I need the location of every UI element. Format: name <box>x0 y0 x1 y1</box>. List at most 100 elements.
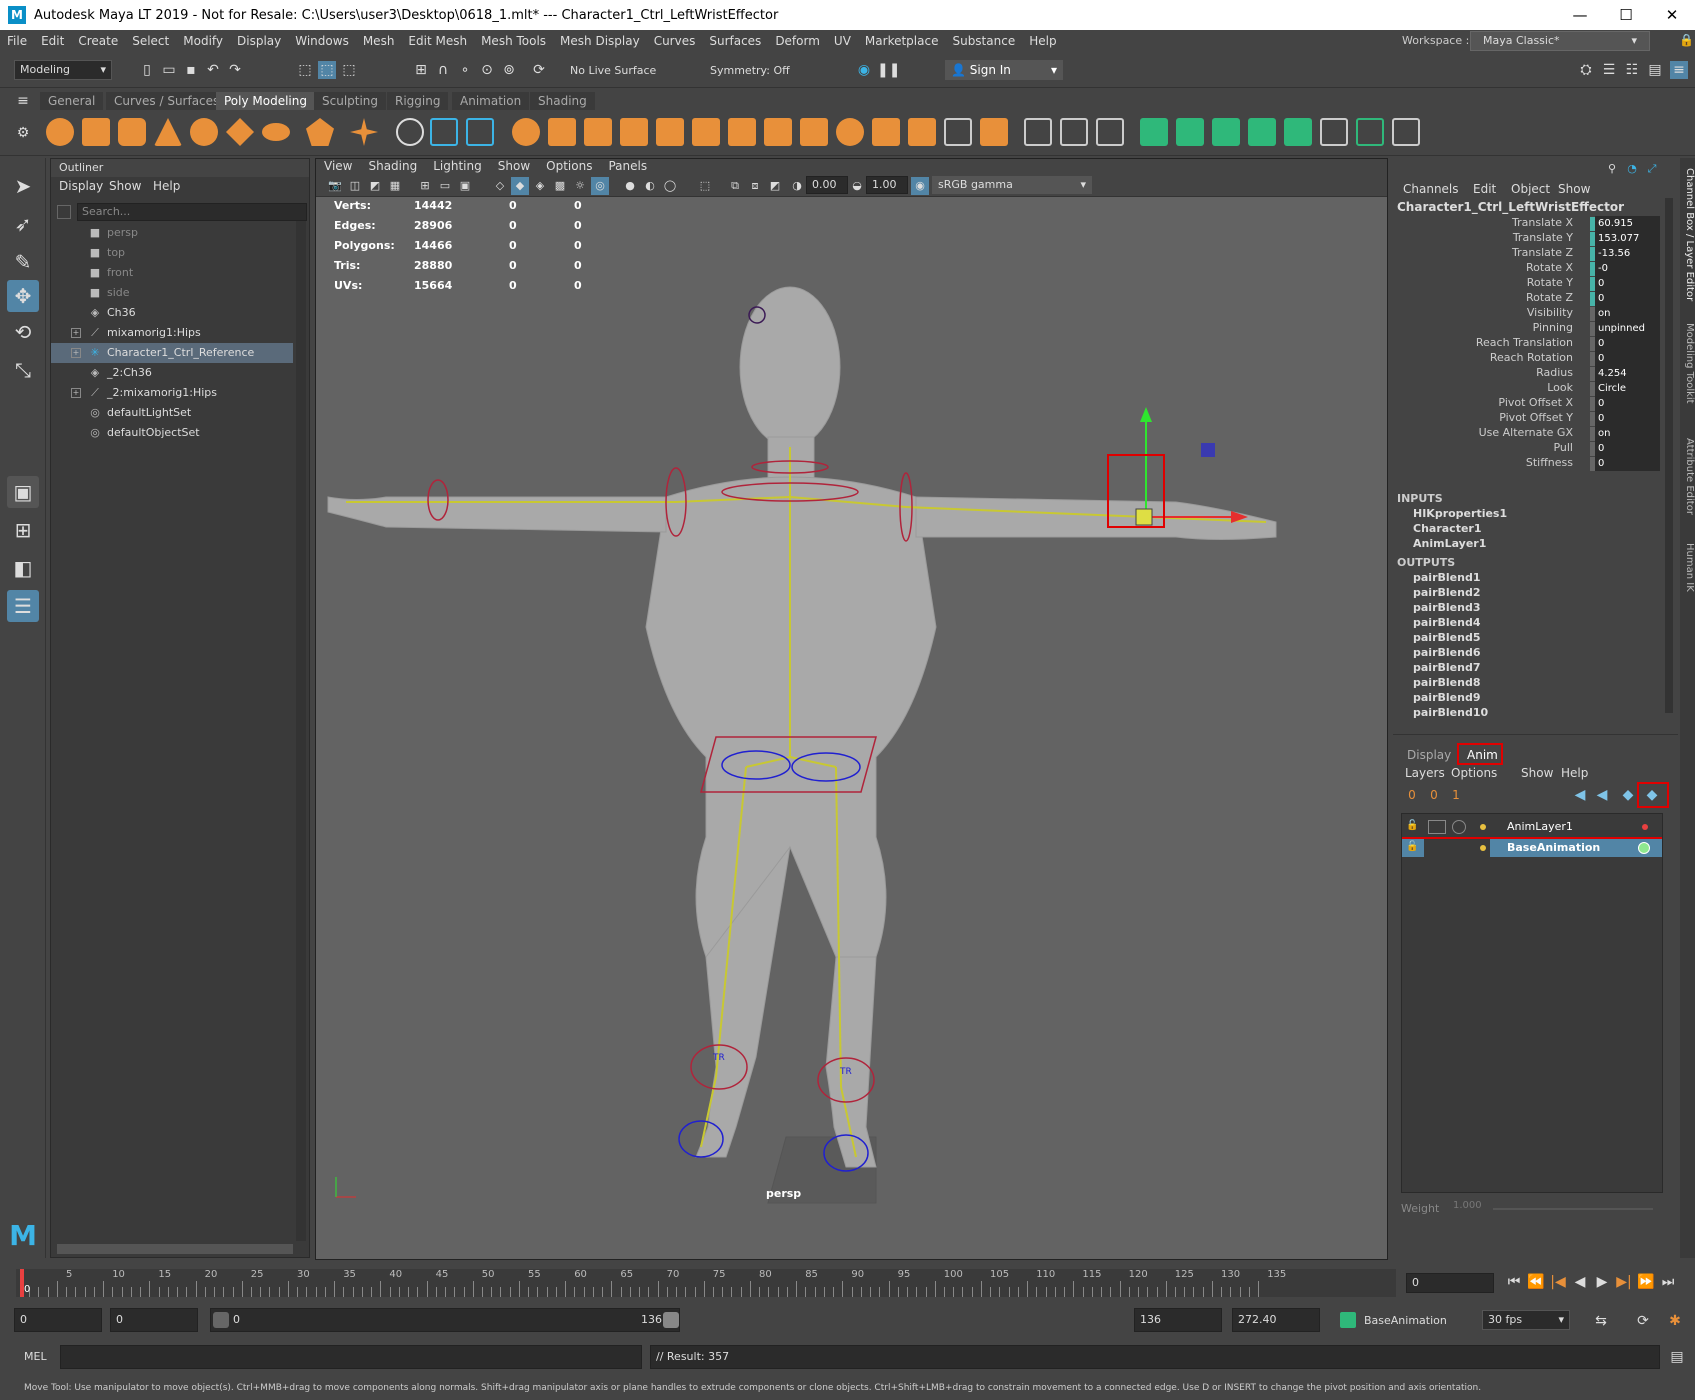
range-handle-end[interactable] <box>663 1312 679 1328</box>
target-weld-icon[interactable] <box>764 118 792 146</box>
xray-icon[interactable]: ⬚ <box>696 177 714 195</box>
menu-edit-mesh[interactable]: Edit Mesh <box>401 34 474 48</box>
select-component-icon[interactable]: ⬚ <box>340 61 358 79</box>
redo-icon[interactable]: ↷ <box>226 61 244 79</box>
uv-planar-icon[interactable] <box>1140 118 1168 146</box>
channel-value[interactable]: 0 <box>1595 411 1660 426</box>
shelf-menu-icon[interactable]: ≡ <box>14 92 32 110</box>
bridge-icon[interactable] <box>584 118 612 146</box>
base-ghost-icon[interactable] <box>1480 845 1486 851</box>
channelbox-scrollbar[interactable] <box>1665 198 1673 713</box>
camera-select-icon[interactable]: 📷 <box>326 177 344 195</box>
channel-value[interactable]: 0 <box>1595 396 1660 411</box>
menu-substance[interactable]: Substance <box>945 34 1022 48</box>
rotate-tool-icon[interactable]: ⟲ <box>7 316 39 348</box>
merge-icon[interactable] <box>872 118 900 146</box>
layer-lock-icon[interactable]: 🔓 <box>1406 820 1420 834</box>
shelf-tab-rigging[interactable]: Rigging <box>387 92 449 110</box>
auto-key-icon[interactable]: ⟳ <box>1634 1312 1652 1330</box>
scale-tool-icon[interactable]: ⤡ <box>7 354 39 386</box>
poly-disc-icon[interactable] <box>262 123 290 141</box>
separate-icon[interactable] <box>430 118 458 146</box>
channel-row[interactable]: Rotate Y 0 <box>1393 276 1673 292</box>
uv-cylindrical-icon[interactable] <box>1176 118 1204 146</box>
output-node[interactable]: pairBlend7 <box>1413 661 1480 674</box>
menu-file[interactable]: File <box>0 34 34 48</box>
script-editor-icon[interactable]: ▤ <box>1668 1348 1686 1366</box>
maximize-button[interactable]: ☐ <box>1603 0 1649 30</box>
move-layer-up-icon[interactable]: ◀ <box>1571 786 1589 804</box>
channel-name[interactable]: Rotate X <box>1526 261 1573 274</box>
menu-uv[interactable]: UV <box>827 34 858 48</box>
select-hierarchy-icon[interactable]: ⬚ <box>296 61 314 79</box>
weight-slider[interactable] <box>1493 1208 1653 1210</box>
channel-value[interactable]: 60.915 <box>1595 216 1660 231</box>
expand-icon[interactable]: + <box>71 328 81 338</box>
channel-value[interactable]: -0 <box>1595 261 1660 276</box>
wire-on-shaded-icon[interactable]: ◈ <box>531 177 549 195</box>
channel-name[interactable]: Pinning <box>1533 321 1573 334</box>
channel-name[interactable]: Translate Y <box>1513 231 1573 244</box>
snap-view-icon[interactable]: ⊙ <box>478 61 496 79</box>
layer-solo-icon[interactable] <box>1428 820 1446 834</box>
start-time-field[interactable]: 0 <box>14 1308 102 1332</box>
attribute-editor-icon[interactable]: ☰ <box>1600 61 1618 79</box>
script-language-toggle[interactable]: MEL <box>24 1350 47 1363</box>
shelf-tab-poly-modeling[interactable]: Poly Modeling <box>216 92 315 110</box>
anim-layer-row[interactable]: 🔓 AnimLayer1 <box>1402 818 1662 836</box>
pause-icon[interactable]: ❚❚ <box>877 61 900 79</box>
four-pane-icon[interactable]: ⊞ <box>7 514 39 546</box>
gamma-field[interactable]: 1.00 <box>866 176 908 194</box>
unfold-uv-icon[interactable] <box>1096 118 1124 146</box>
menu-help[interactable]: Help <box>1022 34 1063 48</box>
channel-row[interactable]: Pivot Offset X 0 <box>1393 396 1673 412</box>
channel-row[interactable]: Pivot Offset Y 0 <box>1393 411 1673 427</box>
channel-value[interactable]: -13.56 <box>1595 246 1660 261</box>
side-tab-human-ik[interactable]: Human IK <box>1680 543 1695 592</box>
outliner-item[interactable]: ◎ defaultLightSet <box>51 403 293 423</box>
snap-surface-icon[interactable]: ⊚ <box>500 61 518 79</box>
shelf-tab-shading[interactable]: Shading <box>530 92 595 110</box>
channel-row[interactable]: Radius 4.254 <box>1393 366 1673 382</box>
key-weight-icon[interactable]: 1 <box>1447 786 1465 804</box>
select-tool-icon[interactable]: ➤ <box>7 170 39 202</box>
menu-create[interactable]: Create <box>71 34 125 48</box>
wireframe-icon[interactable]: ◇ <box>491 177 509 195</box>
single-pane-icon[interactable]: ▣ <box>7 476 39 508</box>
menu-windows[interactable]: Windows <box>288 34 356 48</box>
lights-icon[interactable]: ☼ <box>571 177 589 195</box>
layer-menu-options[interactable]: Options <box>1451 766 1497 780</box>
channel-value[interactable]: 0 <box>1595 276 1660 291</box>
channel-value[interactable]: Circle <box>1595 381 1660 396</box>
channel-value[interactable]: 4.254 <box>1595 366 1660 381</box>
side-tab-modeling-toolkit[interactable]: Modeling Toolkit <box>1680 323 1695 404</box>
vp-menu-panels[interactable]: Panels <box>600 159 655 175</box>
play-forward-icon[interactable]: ▶ <box>1593 1273 1611 1291</box>
outliner-item[interactable]: ■ persp <box>51 223 293 243</box>
channel-value[interactable]: 0 <box>1595 291 1660 306</box>
layer-menu-show[interactable]: Show <box>1521 766 1553 780</box>
minimize-button[interactable]: — <box>1557 0 1603 30</box>
channel-row[interactable]: Pull 0 <box>1393 441 1673 457</box>
side-tab-attribute-editor[interactable]: Attribute Editor <box>1680 438 1695 515</box>
quad-draw-icon[interactable] <box>908 118 936 146</box>
color-management-icon[interactable]: ◉ <box>911 177 929 195</box>
channel-name[interactable]: Pull <box>1553 441 1573 454</box>
paint-select-icon[interactable]: ✎ <box>7 246 39 278</box>
super-shape-icon[interactable] <box>350 118 378 146</box>
menu-deform[interactable]: Deform <box>768 34 827 48</box>
output-node[interactable]: pairBlend8 <box>1413 676 1480 689</box>
snap-point-icon[interactable]: ∘ <box>456 61 474 79</box>
crease-icon[interactable] <box>980 118 1008 146</box>
command-input[interactable] <box>60 1345 642 1369</box>
input-node[interactable]: HIKproperties1 <box>1413 507 1507 520</box>
base-layer-name[interactable]: BaseAnimation <box>1507 841 1600 854</box>
step-back-key-icon[interactable]: ⏪ <box>1527 1273 1545 1291</box>
add-layer-empty-icon[interactable]: ◆ <box>1619 786 1637 804</box>
uv-editor-icon[interactable] <box>1284 118 1312 146</box>
shadows-icon[interactable]: ● <box>621 177 639 195</box>
output-node[interactable]: pairBlend10 <box>1413 706 1488 719</box>
undo-icon[interactable]: ↶ <box>204 61 222 79</box>
outliner-item[interactable]: + ✳ Character1_Ctrl_Reference <box>51 343 293 363</box>
shelf-tab-animation[interactable]: Animation <box>452 92 530 110</box>
